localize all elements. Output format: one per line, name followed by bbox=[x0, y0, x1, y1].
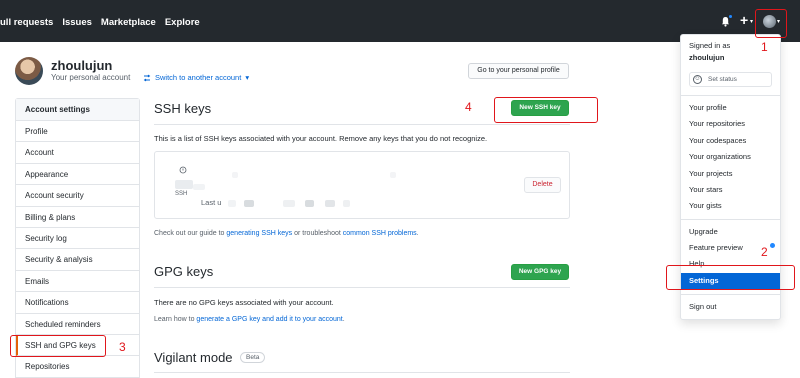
profile-username: zhoulujun bbox=[51, 58, 113, 73]
gpg-keys-heading: GPG keys bbox=[154, 264, 214, 279]
smiley-icon: ☺ bbox=[693, 75, 702, 84]
sidebar-item-profile[interactable]: Profile bbox=[16, 121, 139, 143]
menu-divider bbox=[681, 95, 780, 96]
ssh-guide-suffix: . bbox=[416, 230, 419, 237]
menu-your-profile[interactable]: Your profile bbox=[689, 103, 727, 112]
switch-arrows-icon bbox=[143, 74, 151, 81]
signed-in-username: zhoulujun bbox=[689, 53, 725, 62]
ssh-guide-prefix: Check out our guide to bbox=[154, 230, 227, 237]
sidebar-item-account-security[interactable]: Account security bbox=[16, 185, 139, 207]
sidebar-heading: Account settings bbox=[16, 99, 139, 121]
nav-explore-link[interactable]: Explore bbox=[165, 17, 200, 28]
ssh-key-last-used: Last u bbox=[201, 198, 222, 207]
profile-avatar bbox=[15, 57, 43, 85]
switch-account-label: Switch to another account bbox=[155, 73, 242, 82]
annotation-box-settings bbox=[666, 265, 795, 290]
ssh-key-list bbox=[154, 151, 570, 219]
ssh-description: This is a list of SSH keys associated wi… bbox=[154, 134, 488, 143]
sidebar-item-account[interactable]: Account bbox=[16, 142, 139, 164]
annotation-box-new-ssh bbox=[494, 97, 598, 123]
vigilant-mode-heading: Vigilant mode bbox=[154, 350, 233, 365]
generate-gpg-key-link[interactable]: generate a GPG key and add it to your ac… bbox=[196, 316, 342, 323]
redacted-key-block bbox=[325, 200, 335, 207]
annotation-number-2: 2 bbox=[761, 245, 768, 259]
ssh-key-icon bbox=[179, 166, 187, 174]
redacted-key-block bbox=[305, 200, 314, 207]
ssh-divider bbox=[154, 124, 570, 125]
generating-ssh-keys-link[interactable]: generating SSH keys bbox=[226, 230, 292, 237]
menu-your-organizations[interactable]: Your organizations bbox=[689, 152, 751, 161]
menu-sign-out[interactable]: Sign out bbox=[689, 302, 717, 311]
redacted-key-block bbox=[343, 200, 350, 207]
create-new-plus-icon[interactable]: + bbox=[740, 12, 748, 28]
menu-your-repositories[interactable]: Your repositories bbox=[689, 119, 745, 128]
switch-account-link[interactable]: Switch to another account ▾ bbox=[143, 73, 249, 82]
annotation-number-3: 3 bbox=[119, 340, 126, 354]
redacted-key-block bbox=[244, 200, 254, 207]
menu-divider bbox=[681, 219, 780, 220]
vigilant-divider bbox=[154, 372, 570, 373]
redacted-key-block bbox=[193, 184, 205, 190]
delete-ssh-key-button[interactable]: Delete bbox=[524, 177, 561, 193]
nav-pull-requests-link[interactable]: ull requests bbox=[0, 17, 53, 28]
switch-caret-icon: ▾ bbox=[245, 73, 250, 82]
ssh-keys-heading: SSH keys bbox=[154, 101, 212, 116]
redacted-key-block bbox=[390, 172, 396, 178]
menu-your-codespaces[interactable]: Your codespaces bbox=[689, 136, 746, 145]
annotation-box-avatar bbox=[755, 9, 787, 38]
menu-your-gists[interactable]: Your gists bbox=[689, 201, 722, 210]
menu-upgrade[interactable]: Upgrade bbox=[689, 227, 718, 236]
gpg-learn-suffix: . bbox=[342, 316, 345, 323]
sidebar-item-scheduled-reminders[interactable]: Scheduled reminders bbox=[16, 314, 139, 335]
ssh-guide-text: Check out our guide to generating SSH ke… bbox=[154, 230, 419, 237]
redacted-key-block bbox=[228, 200, 236, 207]
menu-feature-preview[interactable]: Feature preview bbox=[689, 243, 743, 252]
gpg-empty-text: There are no GPG keys associated with yo… bbox=[154, 298, 334, 307]
new-gpg-key-button[interactable]: New GPG key bbox=[511, 264, 569, 280]
profile-subtitle: Your personal account bbox=[51, 73, 131, 82]
sidebar-item-emails[interactable]: Emails bbox=[16, 271, 139, 293]
sidebar-item-repositories[interactable]: Repositories bbox=[16, 356, 139, 378]
feature-preview-dot-icon bbox=[770, 243, 775, 248]
sidebar-item-appearance[interactable]: Appearance bbox=[16, 164, 139, 186]
menu-your-projects[interactable]: Your projects bbox=[689, 169, 733, 178]
gpg-learn-prefix: Learn how to bbox=[154, 316, 197, 323]
ssh-guide-mid: or troubleshoot bbox=[292, 230, 343, 237]
go-to-profile-button[interactable]: Go to your personal profile bbox=[468, 63, 569, 79]
redacted-key-block bbox=[232, 172, 238, 178]
create-caret-icon[interactable]: ▾ bbox=[750, 18, 753, 25]
annotation-number-4: 4 bbox=[465, 100, 472, 114]
sidebar-item-security-log[interactable]: Security log bbox=[16, 228, 139, 250]
ssh-key-type-label: SSH bbox=[175, 191, 188, 197]
annotation-box-ssh-gpg bbox=[10, 335, 106, 357]
top-nav-links: ull requests Issues Marketplace Explore bbox=[0, 17, 200, 28]
nav-issues-link[interactable]: Issues bbox=[62, 17, 92, 28]
menu-divider bbox=[681, 294, 780, 295]
nav-marketplace-link[interactable]: Marketplace bbox=[101, 17, 156, 28]
redacted-key-block bbox=[283, 200, 295, 207]
notification-dot-icon bbox=[728, 14, 733, 19]
sidebar-item-billing[interactable]: Billing & plans bbox=[16, 207, 139, 228]
annotation-number-1: 1 bbox=[761, 40, 768, 54]
gpg-divider bbox=[154, 287, 570, 288]
signed-in-label: Signed in as bbox=[689, 41, 731, 50]
gpg-learn-text: Learn how to generate a GPG key and add … bbox=[154, 316, 345, 323]
sidebar-item-notifications[interactable]: Notifications bbox=[16, 292, 139, 314]
menu-your-stars[interactable]: Your stars bbox=[689, 185, 723, 194]
common-ssh-problems-link[interactable]: common SSH problems bbox=[343, 230, 417, 237]
beta-badge: Beta bbox=[240, 352, 266, 363]
sidebar-item-security-analysis[interactable]: Security & analysis bbox=[16, 249, 139, 271]
redacted-key-block bbox=[175, 180, 193, 189]
